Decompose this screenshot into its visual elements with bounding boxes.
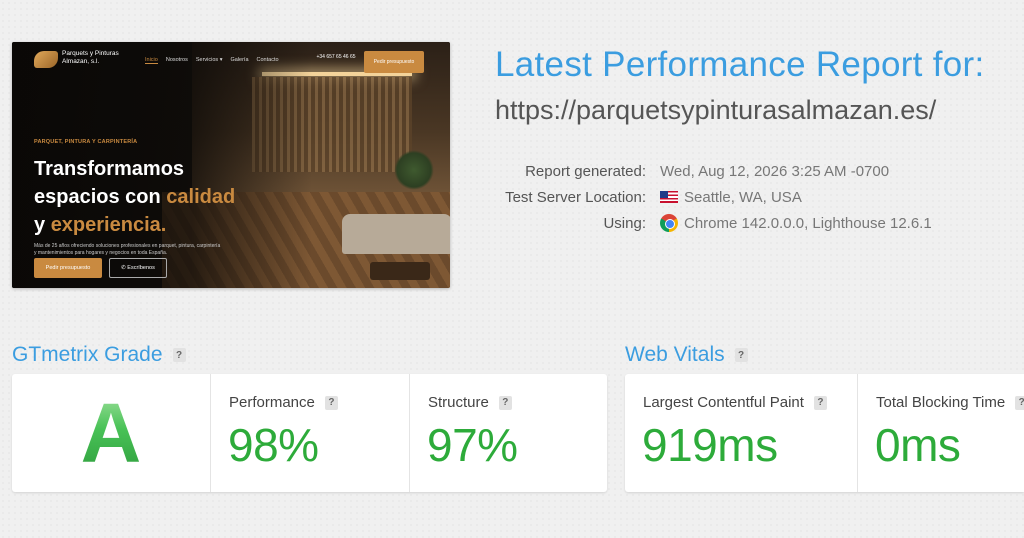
nav-item-nosotros: Nosotros [165,57,188,63]
hero-quote-button: Pedir presupuesto [34,258,102,278]
report-url[interactable]: https://parquetsypinturasalmazan.es/ [495,95,936,126]
performance-cell: Performance ? 98% [211,374,410,492]
tbt-label: Total Blocking Time ? [876,394,1024,411]
brand-logo-icon [34,51,58,68]
tbt-value: 0ms [875,419,961,471]
meta-label: Report generated: [525,162,646,180]
report-date: Wed, Aug 12, 2026 3:25 AM -0700 [660,162,890,180]
help-icon[interactable]: ? [498,395,512,410]
nav-item-inicio: Inicio [145,57,158,64]
hero-contact-button: ✆ Escríbenos [109,258,167,278]
help-icon[interactable]: ? [324,395,338,410]
nav-item-galeria: Galería [230,57,249,63]
us-flag-icon [660,191,678,203]
brand-name: Parquets y Pinturas Almazan, s.l. [62,50,119,65]
structure-value: 97% [427,419,518,471]
grade-letter: A [12,388,210,478]
web-vitals-heading: Web Vitals ? [625,343,748,367]
structure-label: Structure ? [428,394,512,411]
gtmetrix-grade-card: A Performance ? 98% Structure ? 97% [12,374,607,492]
report-title: Latest Performance Report for: [495,45,985,84]
meta-server-location: Test Server Location: Seattle, WA, USA [0,187,1024,207]
label-text: Largest Contentful Paint [643,394,804,411]
lcp-value: 919ms [642,419,778,471]
label-text: Structure [428,394,489,411]
help-icon[interactable]: ? [813,395,827,410]
meta-report-generated: Report generated: Wed, Aug 12, 2026 3:25… [0,161,1024,181]
help-icon[interactable]: ? [734,348,748,362]
hero-eyebrow: PARQUET, PINTURA Y CARPINTERÍA [34,139,138,145]
performance-label: Performance ? [229,394,338,411]
gtmetrix-grade-heading: GTmetrix Grade ? [12,343,186,367]
coffee-table [370,262,430,280]
meta-value: Chrome 142.0.0.0, Lighthouse 12.6.1 [660,214,932,232]
site-phone: +34 657 65 46 65 [316,54,356,60]
label-text: Total Blocking Time [876,394,1006,411]
lcp-cell: Largest Contentful Paint ? 919ms [625,374,858,492]
section-title-text: Web Vitals [625,343,725,366]
meta-using: Using: Chrome 142.0.0.0, Lighthouse 12.6… [0,213,1024,233]
nav-item-contacto: Contacto [256,57,279,63]
label-text: Performance [229,394,315,411]
grade-cell: A [12,374,211,492]
structure-cell: Structure ? 97% [410,374,607,492]
performance-value: 98% [228,419,319,471]
meta-label: Using: [603,214,646,232]
chrome-icon [660,214,678,232]
browser-version: Chrome 142.0.0.0, Lighthouse 12.6.1 [684,214,932,232]
server-location: Seattle, WA, USA [684,188,802,206]
tbt-cell: Total Blocking Time ? 0ms [858,374,1024,492]
meta-value: Seattle, WA, USA [660,189,802,206]
site-nav: Inicio Nosotros Servicios ▾ Galería Cont… [145,57,279,64]
section-title-text: GTmetrix Grade [12,343,163,366]
web-vitals-card: Largest Contentful Paint ? 919ms Total B… [625,374,1024,492]
meta-value: Wed, Aug 12, 2026 3:25 AM -0700 [660,163,889,180]
nav-item-servicios: Servicios ▾ [195,57,223,63]
meta-label: Test Server Location: [505,188,646,206]
hero-subtext: Más de 25 años ofreciendo soluciones pro… [34,243,221,256]
lcp-label: Largest Contentful Paint ? [643,394,827,411]
site-cta-top: Pedir presupuesto [364,51,424,73]
help-icon[interactable]: ? [172,348,186,362]
help-icon[interactable]: ? [1015,395,1024,410]
